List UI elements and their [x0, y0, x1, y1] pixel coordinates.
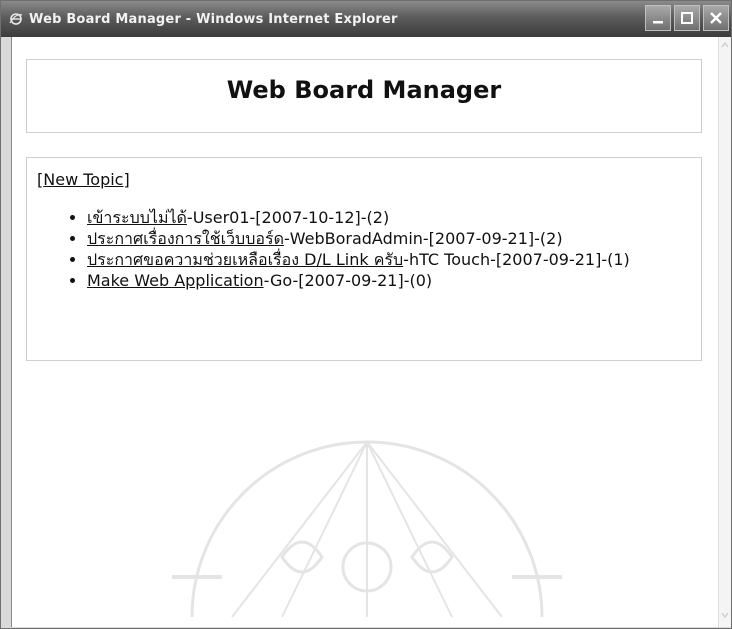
maximize-icon: [681, 12, 693, 24]
close-icon: [710, 12, 722, 24]
list-item: Make Web Application-Go-[2007-09-21]-(0): [87, 271, 691, 290]
watermark-emblem: [172, 440, 562, 618]
topic-link[interactable]: ประกาศขอความช่วยเหลือเรื่อง D/L Link ครั…: [87, 250, 403, 269]
ie-logo-icon: [9, 13, 23, 25]
topic-meta: -Go-[2007-09-21]-(0): [263, 271, 433, 290]
window-title: Web Board Manager - Windows Internet Exp…: [29, 11, 398, 27]
list-item: ประกาศขอความช่วยเหลือเรื่อง D/L Link ครั…: [87, 250, 691, 269]
header-panel: Web Board Manager: [26, 59, 702, 133]
minimize-button[interactable]: [645, 5, 671, 31]
bracket-close: ]: [123, 170, 130, 189]
new-topic-link[interactable]: New Topic: [43, 170, 123, 189]
minimize-icon: [653, 21, 663, 24]
topic-meta: -hTC Touch-[2007-09-21]-(1): [403, 250, 630, 269]
page-viewport: Web Board Manager [New Topic] เข้าระบบไม…: [11, 37, 722, 627]
browser-window: Web Board Manager - Windows Internet Exp…: [0, 0, 732, 629]
topic-list: เข้าระบบไม่ได้-User01-[2007-10-12]-(2) ป…: [37, 208, 691, 290]
scroll-up-icon[interactable]: [719, 37, 731, 53]
topic-link[interactable]: Make Web Application: [87, 271, 264, 290]
topic-meta: -WebBoradAdmin-[2007-09-21]-(2): [283, 229, 563, 248]
new-topic-row: [New Topic]: [37, 170, 691, 190]
page-title: Web Board Manager: [226, 76, 502, 104]
list-item: ประกาศเรื่องการใช้เว็บบอร์ด-WebBoradAdmi…: [87, 229, 691, 248]
topic-link[interactable]: เข้าระบบไม่ได้: [87, 208, 187, 227]
title-bar[interactable]: Web Board Manager - Windows Internet Exp…: [1, 1, 731, 37]
list-item: เข้าระบบไม่ได้-User01-[2007-10-12]-(2): [87, 208, 691, 227]
topic-meta: -User01-[2007-10-12]-(2): [186, 208, 390, 227]
close-button[interactable]: [703, 5, 729, 31]
topic-panel: [New Topic] เข้าระบบไม่ได้-User01-[2007-…: [26, 157, 702, 361]
window-controls: [645, 5, 729, 31]
vertical-scrollbar[interactable]: [718, 37, 731, 627]
scroll-down-icon[interactable]: [719, 607, 731, 623]
topic-link[interactable]: ประกาศเรื่องการใช้เว็บบอร์ด: [87, 229, 284, 248]
maximize-button[interactable]: [674, 5, 700, 31]
